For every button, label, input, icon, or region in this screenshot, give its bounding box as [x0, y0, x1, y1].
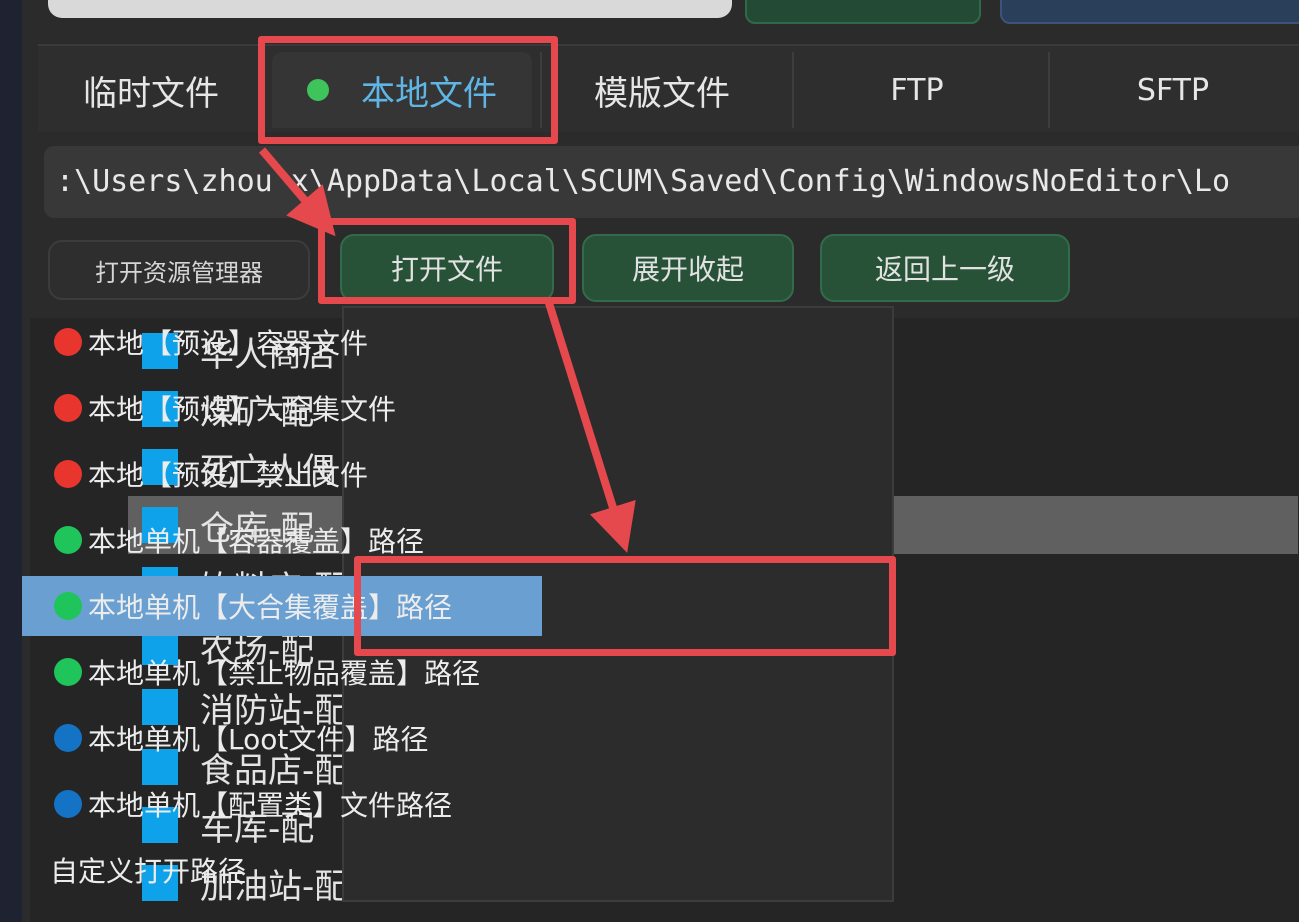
app-window: 临时文件 本地文件 模版文件 FTP SFTP :\Users\zhou x\A… — [0, 0, 1299, 922]
arrow-to-menu-item — [544, 298, 636, 553]
arrow-to-open-file — [258, 147, 336, 237]
annotation-arrows — [258, 147, 636, 553]
